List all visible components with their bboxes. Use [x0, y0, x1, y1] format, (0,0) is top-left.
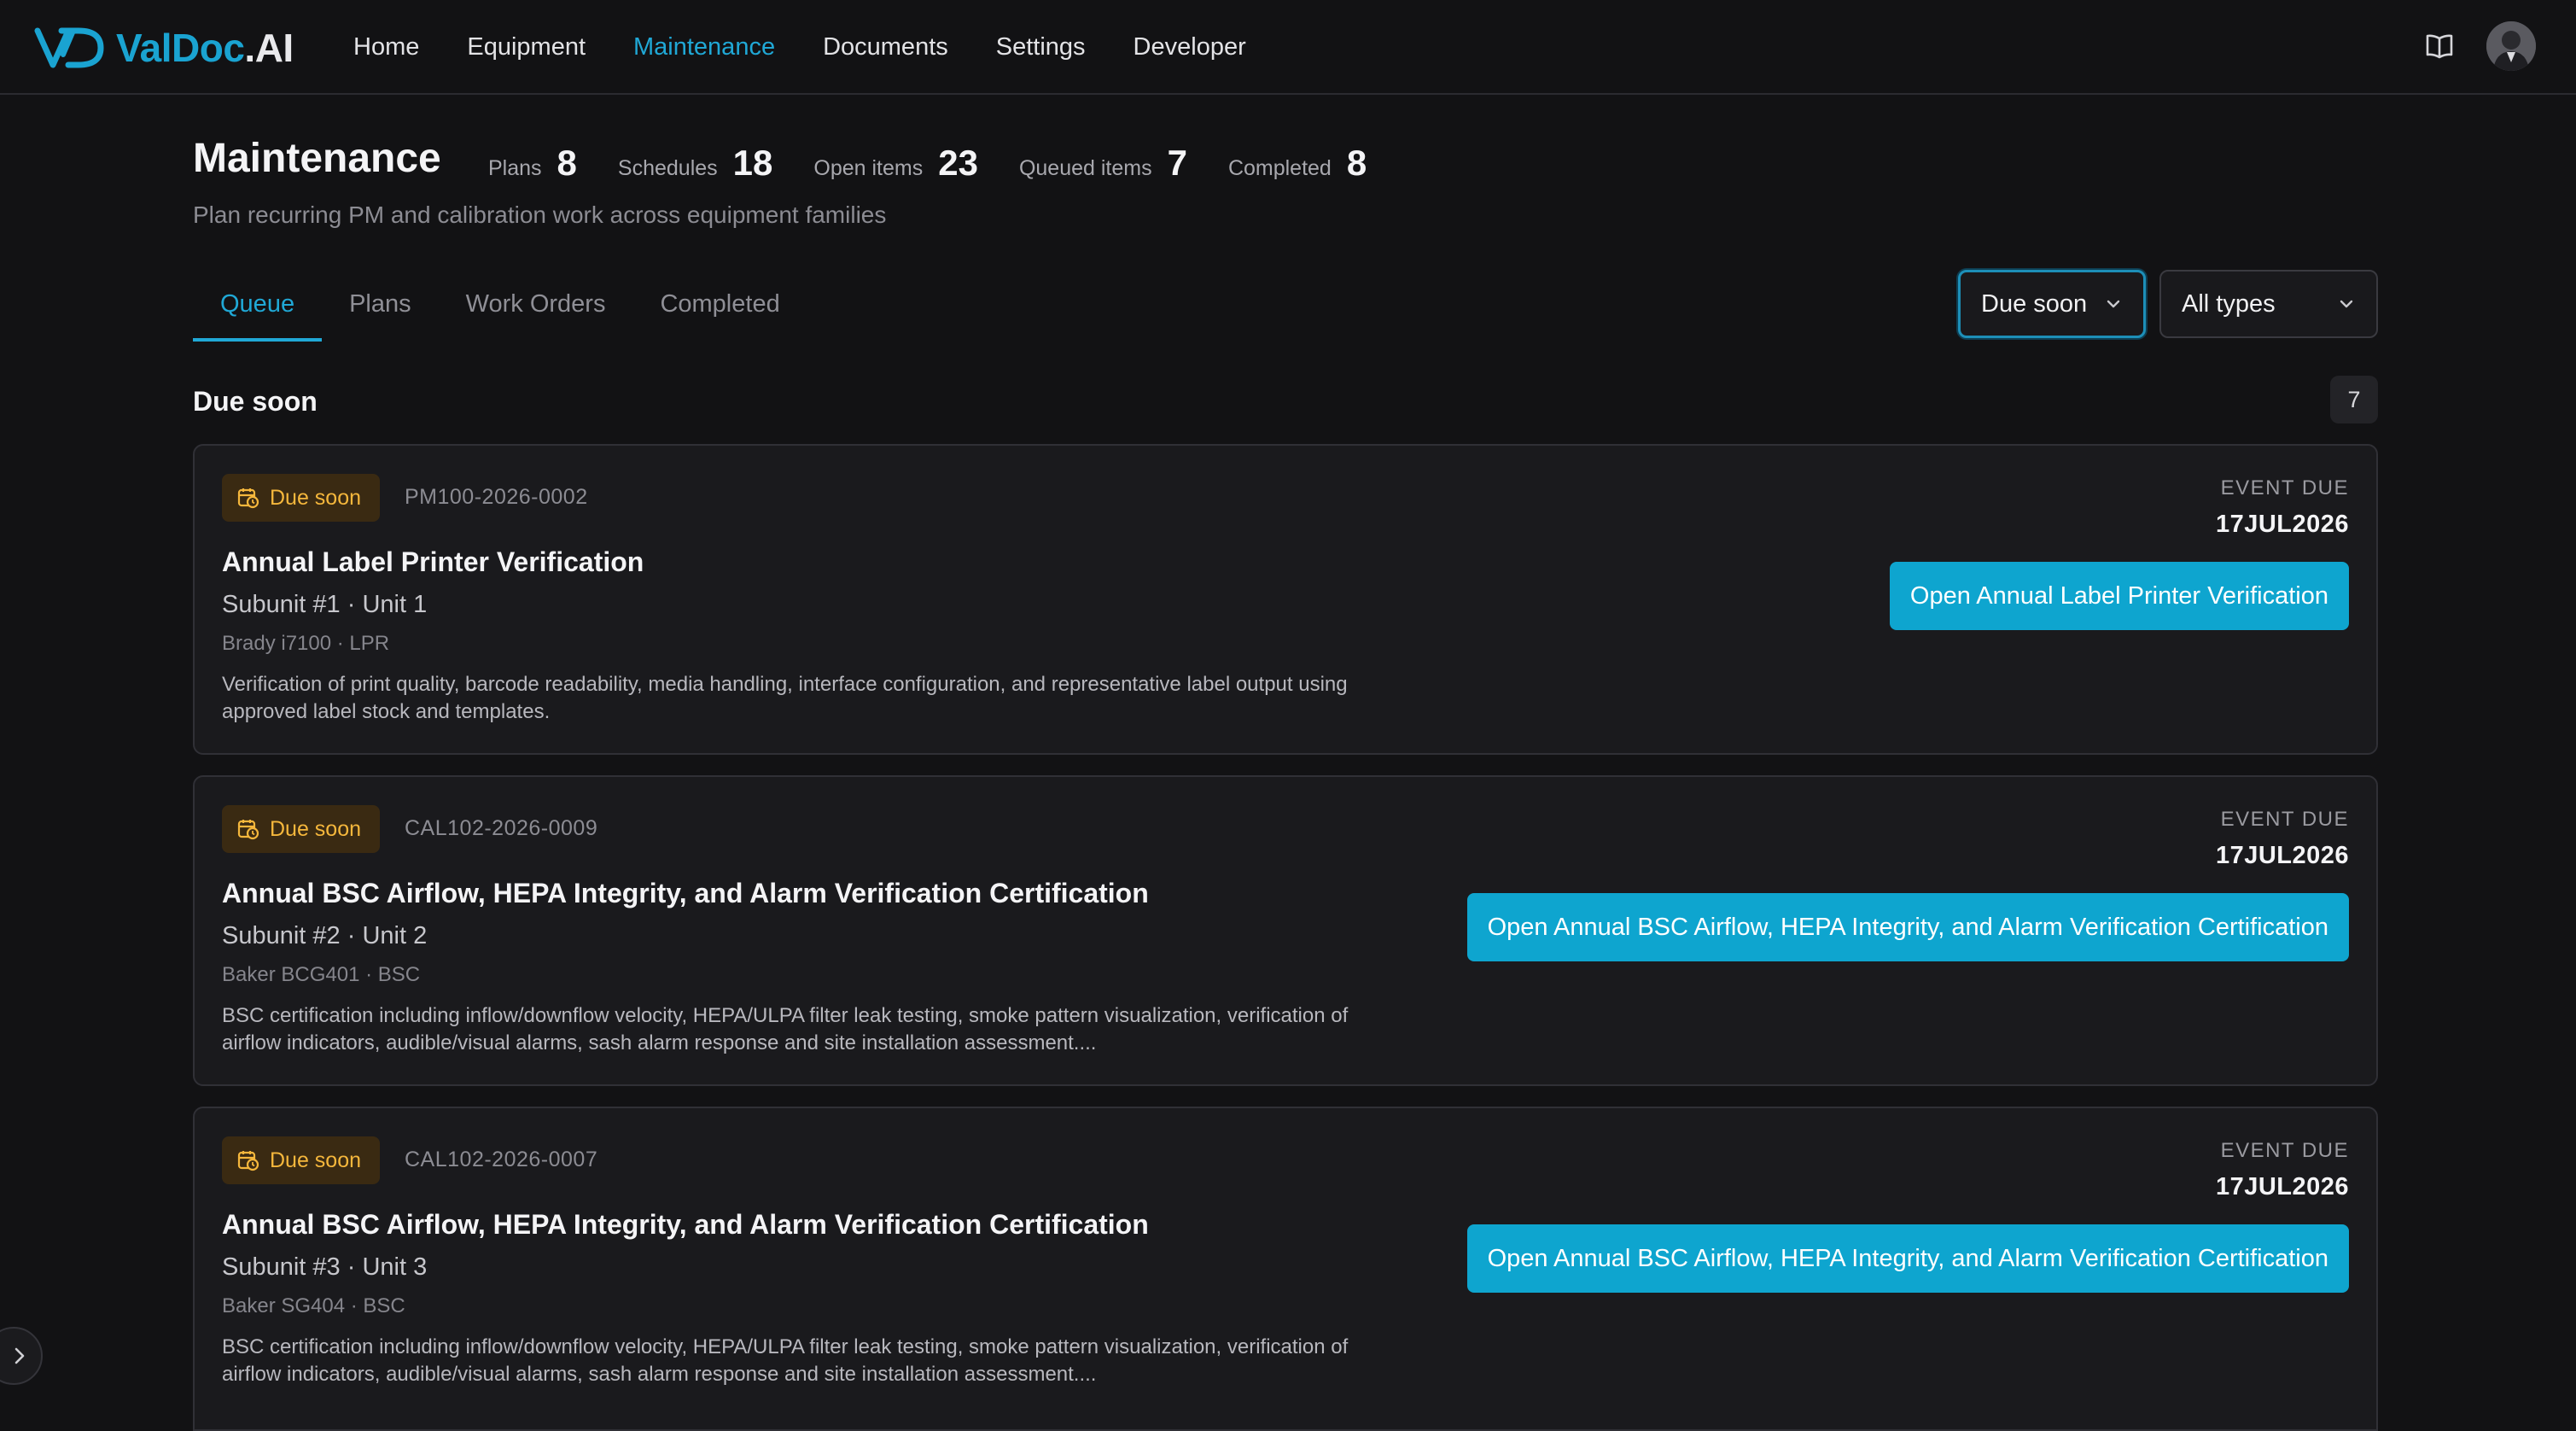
- queue-card: Due soon CAL102-2026-0009 Annual BSC Air…: [193, 775, 2378, 1086]
- due-filter-value: Due soon: [1981, 289, 2088, 318]
- main-nav: Home Equipment Maintenance Documents Set…: [353, 0, 1246, 95]
- status-badge: Due soon: [222, 1136, 381, 1184]
- valdoc-logo-icon: [34, 27, 104, 68]
- stat-open-items: Open items 23: [813, 145, 978, 181]
- status-badge: Due soon: [222, 805, 381, 853]
- due-date: 17JUL2026: [2215, 511, 2349, 538]
- stat-label: Completed: [1227, 156, 1332, 180]
- due-label: EVENT DUE: [2220, 808, 2349, 831]
- tab-completed[interactable]: Completed: [632, 272, 807, 342]
- stat-label: Schedules: [617, 156, 718, 180]
- type-filter-select[interactable]: All types: [2159, 270, 2378, 338]
- card-subunit: Subunit #3 · Unit 3: [222, 1253, 428, 1281]
- stat-value: 23: [938, 143, 978, 183]
- due-date: 17JUL2026: [2215, 1173, 2349, 1200]
- sidebar-expand-button[interactable]: [0, 1327, 43, 1385]
- stat-value: 8: [557, 143, 577, 183]
- nav-home[interactable]: Home: [353, 33, 419, 61]
- work-item-id: CAL102-2026-0009: [405, 816, 598, 840]
- stat-label: Plans: [488, 156, 542, 180]
- stat-completed: Completed 8: [1228, 145, 1367, 181]
- section-title: Due soon: [193, 386, 318, 417]
- docs-button[interactable]: [2422, 29, 2457, 63]
- stat-plans: Plans 8: [488, 145, 577, 181]
- avatar-photo-icon: [2486, 21, 2536, 71]
- open-work-item-button[interactable]: Open Annual BSC Airflow, HEPA Integrity,…: [1466, 1224, 2349, 1293]
- card-description: BSC certification including inflow/downf…: [222, 1004, 1349, 1054]
- nav-documents[interactable]: Documents: [823, 33, 948, 61]
- chevron-down-icon: [2106, 299, 2121, 309]
- status-badge-label: Due soon: [270, 816, 362, 841]
- type-filter-value: All types: [2182, 289, 2276, 318]
- nav-maintenance[interactable]: Maintenance: [633, 33, 775, 61]
- open-work-item-button[interactable]: Open Annual Label Printer Verification: [1889, 562, 2349, 630]
- card-title: Annual BSC Airflow, HEPA Integrity, and …: [222, 1209, 1149, 1240]
- stat-value: 7: [1167, 143, 1187, 183]
- status-badge-label: Due soon: [270, 485, 362, 510]
- stat-label: Queued items: [1018, 156, 1152, 180]
- tab-work-orders[interactable]: Work Orders: [439, 272, 633, 342]
- nav-settings[interactable]: Settings: [996, 33, 1086, 61]
- stat-queued-items: Queued items 7: [1019, 145, 1187, 181]
- queue-card: Due soon PM100-2026-0002 Annual Label Pr…: [193, 444, 2378, 755]
- queue-card: Due soon CAL102-2026-0007 Annual BSC Air…: [193, 1107, 2378, 1431]
- stat-value: 18: [732, 143, 773, 183]
- calendar-clock-icon: [237, 488, 259, 509]
- calendar-clock-icon: [237, 1151, 259, 1171]
- nav-equipment[interactable]: Equipment: [467, 33, 586, 61]
- tab-plans[interactable]: Plans: [322, 272, 439, 342]
- summary-stats: Plans 8 Schedules 18 Open items 23 Queue…: [488, 145, 1367, 181]
- due-date: 17JUL2026: [2215, 842, 2349, 869]
- work-item-id: CAL102-2026-0007: [405, 1148, 598, 1171]
- chevron-down-icon: [2339, 299, 2354, 309]
- book-icon: [2426, 34, 2453, 59]
- stat-schedules: Schedules 18: [618, 145, 772, 181]
- card-subunit: Subunit #2 · Unit 2: [222, 922, 428, 949]
- nav-developer[interactable]: Developer: [1134, 33, 1246, 61]
- card-equipment-model: Baker SG404 · BSC: [222, 1294, 405, 1317]
- brand-logo[interactable]: ValDoc.AI: [34, 24, 294, 72]
- card-description: BSC certification including inflow/downf…: [222, 1335, 1349, 1386]
- page-title: Maintenance: [193, 136, 441, 181]
- user-avatar[interactable]: [2486, 21, 2536, 71]
- page-subtitle: Plan recurring PM and calibration work a…: [193, 202, 887, 228]
- due-filter-select[interactable]: Due soon: [1958, 270, 2146, 338]
- status-badge-label: Due soon: [270, 1148, 362, 1172]
- card-title: Annual Label Printer Verification: [222, 546, 644, 577]
- card-subunit: Subunit #1 · Unit 1: [222, 591, 428, 618]
- card-title: Annual BSC Airflow, HEPA Integrity, and …: [222, 878, 1149, 908]
- stat-value: 8: [1346, 143, 1367, 183]
- maintenance-tabs: Queue Plans Work Orders Completed: [193, 272, 807, 342]
- brand-name: ValDoc.AI: [116, 26, 294, 70]
- stat-label: Open items: [813, 156, 924, 180]
- chevron-right-icon: [15, 1347, 25, 1364]
- card-equipment-model: Baker BCG401 · BSC: [222, 963, 421, 986]
- tab-queue[interactable]: Queue: [193, 272, 323, 342]
- calendar-clock-icon: [237, 820, 259, 840]
- work-item-id: PM100-2026-0002: [405, 485, 588, 509]
- queue-count-badge: 7: [2330, 376, 2378, 423]
- top-navigation-bar: ValDoc.AI Home Equipment Maintenance Doc…: [0, 0, 2576, 95]
- due-label: EVENT DUE: [2220, 476, 2349, 499]
- status-badge: Due soon: [222, 474, 381, 522]
- due-label: EVENT DUE: [2220, 1139, 2349, 1162]
- card-equipment-model: Brady i7100 · LPR: [222, 632, 390, 655]
- open-work-item-button[interactable]: Open Annual BSC Airflow, HEPA Integrity,…: [1466, 893, 2349, 961]
- card-description: Verification of print quality, barcode r…: [222, 673, 1348, 723]
